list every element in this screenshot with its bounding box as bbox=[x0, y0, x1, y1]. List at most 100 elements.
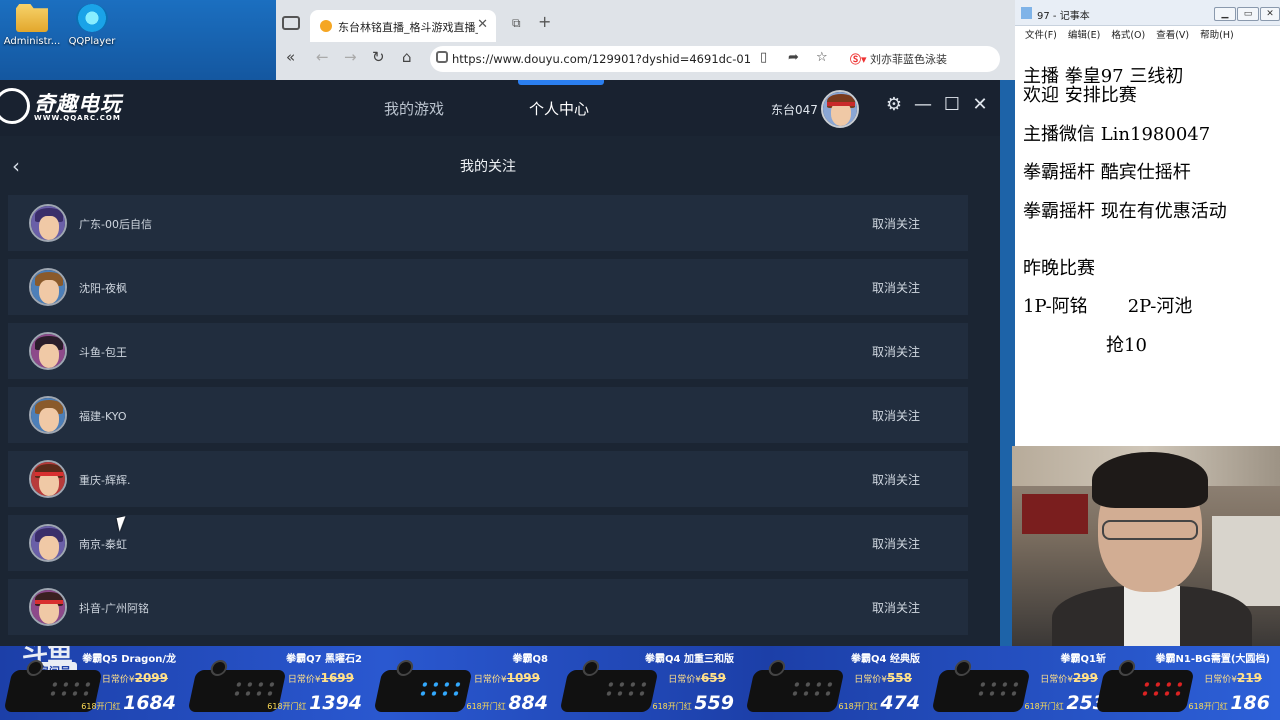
follow-name[interactable]: 抖音-广州阿铭 bbox=[79, 600, 149, 616]
sidebar-toggle-icon[interactable] bbox=[282, 16, 300, 30]
menu-format[interactable]: 格式(O) bbox=[1111, 27, 1145, 41]
close-icon[interactable]: ✕ bbox=[968, 94, 992, 115]
avatar[interactable] bbox=[29, 268, 67, 306]
username[interactable]: 东台047 bbox=[771, 101, 818, 118]
unfollow-button[interactable]: 取消关注 bbox=[872, 343, 920, 360]
favicon-icon bbox=[320, 20, 332, 32]
reader-mode-icon[interactable]: ▯ bbox=[760, 50, 767, 65]
back-icon[interactable]: ← bbox=[316, 48, 329, 66]
new-tab-icon[interactable]: + bbox=[538, 12, 551, 31]
notepad-line: 1P-阿铭 2P-河池 bbox=[1023, 296, 1193, 317]
desktop-icon-administrator[interactable]: Administr... bbox=[0, 4, 64, 47]
avatar[interactable] bbox=[29, 332, 67, 370]
unfollow-button[interactable]: 取消关注 bbox=[872, 599, 920, 616]
reload-icon[interactable]: ↻ bbox=[372, 48, 385, 66]
desktop-icon-qqplayer[interactable]: QQPlayer bbox=[60, 4, 124, 47]
menu-help[interactable]: 帮助(H) bbox=[1200, 27, 1234, 41]
forward-icon[interactable]: → bbox=[344, 48, 357, 66]
tab-personal-center[interactable]: 个人中心 bbox=[529, 98, 589, 119]
product-promo-price: 618开门红 186 bbox=[1188, 692, 1271, 714]
notepad-line: 拳霸摇杆 现在有优惠活动 bbox=[1023, 201, 1227, 222]
ad-product[interactable]: 拳霸Q4 加重三和版 日常价¥659 618开门红 559 bbox=[558, 646, 744, 720]
follow-row: 福建-KYO 取消关注 bbox=[8, 387, 968, 443]
address-bar[interactable]: https://www.douyu.com/129901?dyshid=4691… bbox=[430, 46, 1000, 72]
minimize-icon[interactable]: — bbox=[911, 94, 935, 115]
tab-group-icon[interactable]: ⧉ bbox=[512, 16, 521, 31]
share-icon[interactable]: ➦ bbox=[788, 50, 799, 65]
avatar[interactable] bbox=[29, 396, 67, 434]
avatar[interactable] bbox=[29, 524, 67, 562]
client-logo: 奇趣电玩 WWW.QQARC.COM bbox=[0, 86, 150, 130]
browser-toolbar: « ← → ↻ ⌂ https://www.douyu.com/129901?d… bbox=[276, 44, 1015, 72]
maximize-icon[interactable]: ▭ bbox=[1237, 7, 1259, 21]
follow-name[interactable]: 重庆-辉辉. bbox=[79, 472, 130, 488]
page-header: ‹ 我的关注 bbox=[0, 136, 1000, 194]
tab-my-games[interactable]: 我的游戏 bbox=[384, 98, 444, 119]
client-header: 奇趣电玩 WWW.QQARC.COM 我的游戏 个人中心 东台047 ⚙ — ☐… bbox=[0, 80, 1000, 136]
webcam-overlay bbox=[1012, 446, 1280, 646]
arcade-stick-icon bbox=[931, 660, 1031, 712]
product-name: 拳霸N1-BG需置(大圆档) bbox=[1155, 654, 1270, 665]
unfollow-button[interactable]: 取消关注 bbox=[872, 215, 920, 232]
product-promo-price: 618开门红 559 bbox=[652, 692, 735, 714]
maximize-icon[interactable]: ☐ bbox=[940, 94, 964, 115]
collapse-icon[interactable]: « bbox=[286, 48, 295, 66]
ad-product[interactable]: 拳霸N1-BG需置(大圆档) 日常价¥219 618开门红 186 bbox=[1094, 646, 1280, 720]
settings-gear-icon[interactable]: ⚙ bbox=[882, 94, 906, 115]
notepad-line: 主播微信 Lin1980047 bbox=[1023, 124, 1211, 145]
unfollow-button[interactable]: 取消关注 bbox=[872, 407, 920, 424]
product-name: 拳霸Q5 Dragon/龙 bbox=[82, 654, 176, 665]
ad-product[interactable]: 拳霸Q1斩 日常价¥299 618开门红 253 bbox=[930, 646, 1116, 720]
close-icon[interactable]: ✕ bbox=[1260, 7, 1280, 21]
menu-file[interactable]: 文件(F) bbox=[1025, 27, 1057, 41]
ad-product[interactable]: 拳霸Q8 日常价¥1099 618开门红 884 bbox=[372, 646, 558, 720]
url-text[interactable]: https://www.douyu.com/129901?dyshid=4691… bbox=[452, 52, 751, 66]
desktop-icon-label: QQPlayer bbox=[68, 36, 116, 47]
arcade-stick-icon bbox=[1095, 660, 1195, 712]
ad-product[interactable]: 拳霸Q5 Dragon/龙 日常价¥2099 618开门红 1684 bbox=[0, 646, 186, 720]
logo-url: WWW.QQARC.COM bbox=[34, 114, 121, 122]
home-icon[interactable]: ⌂ bbox=[402, 48, 412, 66]
search-suggestion[interactable]: Ⓢ▾ 刘亦菲蓝色泳装 bbox=[850, 51, 947, 67]
star-icon[interactable]: ☆ bbox=[816, 50, 828, 65]
arcade-stick-icon bbox=[745, 660, 845, 712]
minimize-icon[interactable]: ▁ bbox=[1214, 7, 1236, 21]
unfollow-button[interactable]: 取消关注 bbox=[872, 279, 920, 296]
arcade-stick-icon bbox=[373, 660, 473, 712]
notepad-line: 昨晚比赛 bbox=[1023, 258, 1095, 279]
arcade-stick-icon bbox=[559, 660, 659, 712]
desktop-icon-label: Administr... bbox=[3, 36, 61, 47]
product-original-price: 日常价¥558 bbox=[854, 671, 912, 685]
folder-icon bbox=[16, 4, 48, 32]
avatar[interactable] bbox=[29, 588, 67, 626]
unfollow-button[interactable]: 取消关注 bbox=[872, 535, 920, 552]
streamer-shirt bbox=[1124, 586, 1180, 646]
qqplayer-icon bbox=[76, 4, 108, 32]
follow-row: 广东-00后自信 取消关注 bbox=[8, 195, 968, 251]
ad-banner[interactable]: 斗鱼 房间号 129901 拳霸Q5 Dragon/龙 日常价¥2099 618… bbox=[0, 646, 1280, 720]
tab-title: 东台林铭直播_格斗游戏直播_斗鱼 bbox=[338, 21, 478, 34]
active-tab-indicator bbox=[518, 80, 604, 85]
browser-tab-active[interactable]: 东台林铭直播_格斗游戏直播_斗鱼 ✕ bbox=[310, 10, 496, 42]
follow-name[interactable]: 南京-秦虹 bbox=[79, 536, 127, 552]
ad-product[interactable]: 拳霸Q4 经典版 日常价¥558 618开门红 474 bbox=[744, 646, 930, 720]
follow-name[interactable]: 广东-00后自信 bbox=[79, 216, 152, 232]
notepad-title: 97 - 记事本 bbox=[1037, 11, 1090, 22]
follow-name[interactable]: 斗鱼-包王 bbox=[79, 344, 127, 360]
avatar[interactable] bbox=[29, 460, 67, 498]
follow-row: 抖音-广州阿铭 取消关注 bbox=[8, 579, 968, 635]
follow-name[interactable]: 福建-KYO bbox=[79, 408, 127, 424]
ad-product[interactable]: 拳霸Q7 黑曜石2 日常价¥1699 618开门红 1394 bbox=[186, 646, 372, 720]
notepad-menubar: 文件(F) 编辑(E) 格式(O) 查看(V) 帮助(H) bbox=[1015, 26, 1280, 42]
unfollow-button[interactable]: 取消关注 bbox=[872, 471, 920, 488]
search-suggestion-text: 刘亦菲蓝色泳装 bbox=[870, 53, 948, 66]
page-title: 我的关注 bbox=[460, 159, 516, 175]
user-avatar[interactable] bbox=[821, 90, 859, 128]
desktop: Administr... QQPlayer bbox=[0, 0, 280, 80]
menu-edit[interactable]: 编辑(E) bbox=[1068, 27, 1100, 41]
follow-name[interactable]: 沈阳-夜枫 bbox=[79, 280, 127, 296]
tab-close-icon[interactable]: ✕ bbox=[477, 17, 488, 32]
menu-view[interactable]: 查看(V) bbox=[1156, 27, 1189, 41]
avatar[interactable] bbox=[29, 204, 67, 242]
product-original-price: 日常价¥299 bbox=[1040, 671, 1098, 685]
